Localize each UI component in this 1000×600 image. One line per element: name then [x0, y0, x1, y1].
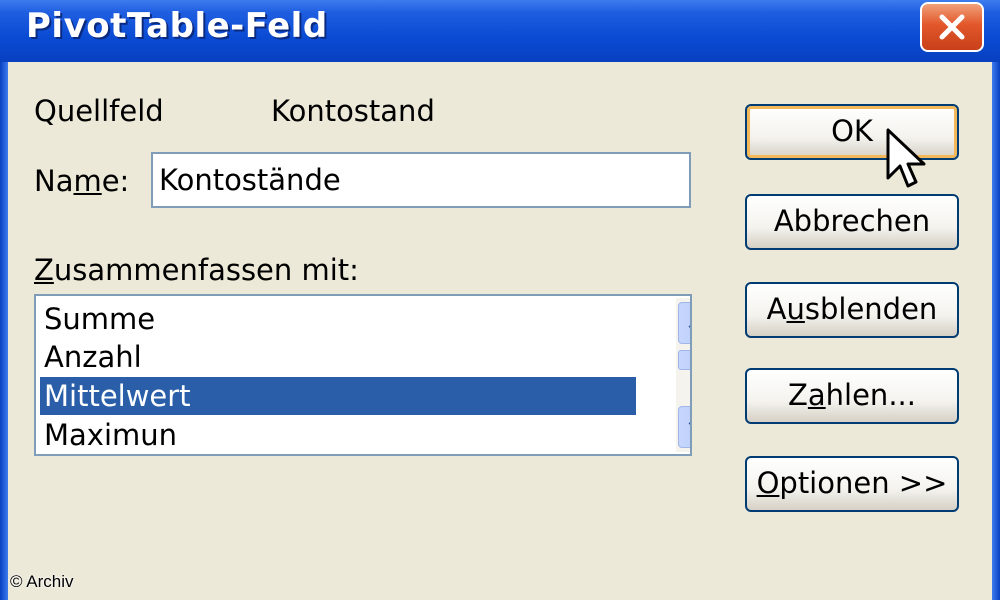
chevron-up-icon [688, 325, 690, 328]
list-item-maximun[interactable]: Maximun [40, 416, 636, 454]
summarize-label: Zusammenfassen mit: [34, 253, 359, 287]
pivottable-field-dialog: PivotTable-Feld Quellfeld Kontostand Nam… [0, 0, 1000, 600]
dialog-title: PivotTable-Feld [26, 6, 328, 46]
window-frame-left [0, 62, 8, 600]
source-field-value: Kontostand [271, 94, 435, 128]
options-button[interactable]: Optionen >> [745, 456, 959, 512]
close-x-icon [939, 14, 965, 40]
list-item-mittelwert[interactable]: Mittelwert [40, 377, 636, 415]
image-credit: © Archiv [10, 572, 74, 591]
cancel-button[interactable]: Abbrechen [745, 194, 959, 250]
window-frame-right [992, 62, 1000, 600]
summarize-function-listbox[interactable]: Summe Anzahl Mittelwert Maximun [34, 294, 692, 456]
scroll-up-button[interactable] [678, 302, 690, 344]
close-button[interactable] [920, 2, 984, 52]
numbers-button[interactable]: Zahlen... [745, 368, 959, 424]
list-item-summe[interactable]: Summe [40, 300, 636, 338]
title-bar[interactable]: PivotTable-Feld [0, 0, 1000, 62]
source-field-label: Quellfeld [34, 94, 164, 128]
scroll-down-button[interactable] [678, 406, 690, 448]
hide-button[interactable]: Ausblenden [745, 282, 959, 338]
chevron-down-icon [688, 422, 690, 425]
list-item-anzahl[interactable]: Anzahl [40, 338, 636, 376]
name-label: Name: [34, 164, 130, 198]
scroll-thumb[interactable] [678, 350, 690, 370]
list-scrollbar[interactable] [676, 298, 690, 452]
mouse-pointer-icon [886, 128, 926, 188]
name-input[interactable] [151, 152, 691, 208]
